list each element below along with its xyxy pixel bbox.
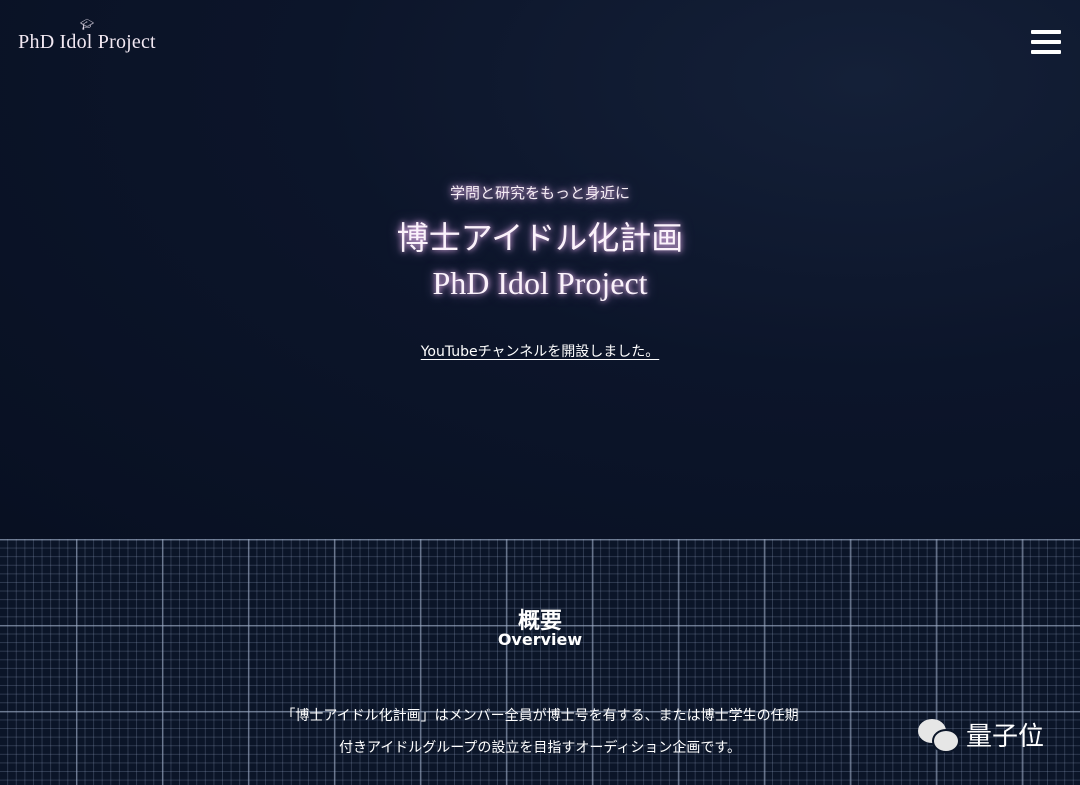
hero-title-en: PhD Idol Project bbox=[432, 265, 648, 301]
graduation-cap-icon: 🎓︎ bbox=[80, 18, 94, 31]
hamburger-menu-icon[interactable] bbox=[1031, 30, 1061, 57]
watermark: 量子位 bbox=[918, 716, 1044, 753]
hero-title: 博士アイドル化計画 PhD Idol Project bbox=[0, 216, 1080, 306]
watermark-text: 量子位 bbox=[966, 722, 1045, 752]
logo-text: PhD Idol Project bbox=[18, 31, 156, 53]
site-logo[interactable]: 🎓︎ PhD Idol Project bbox=[17, 18, 157, 54]
hero-subtitle: 学問と研究をもっと身近に bbox=[449, 184, 630, 202]
overview-description: 「博士アイドル化計画」はメンバー全員が博士号を有する、または博士学生の任期付きア… bbox=[281, 708, 799, 756]
overview-heading-en: Overview bbox=[497, 630, 583, 649]
youtube-link[interactable]: YouTubeチャンネルを開設しました。 bbox=[421, 344, 660, 360]
wechat-icon bbox=[918, 717, 960, 753]
hero-title-jp: 博士アイドル化計画 bbox=[396, 220, 684, 256]
